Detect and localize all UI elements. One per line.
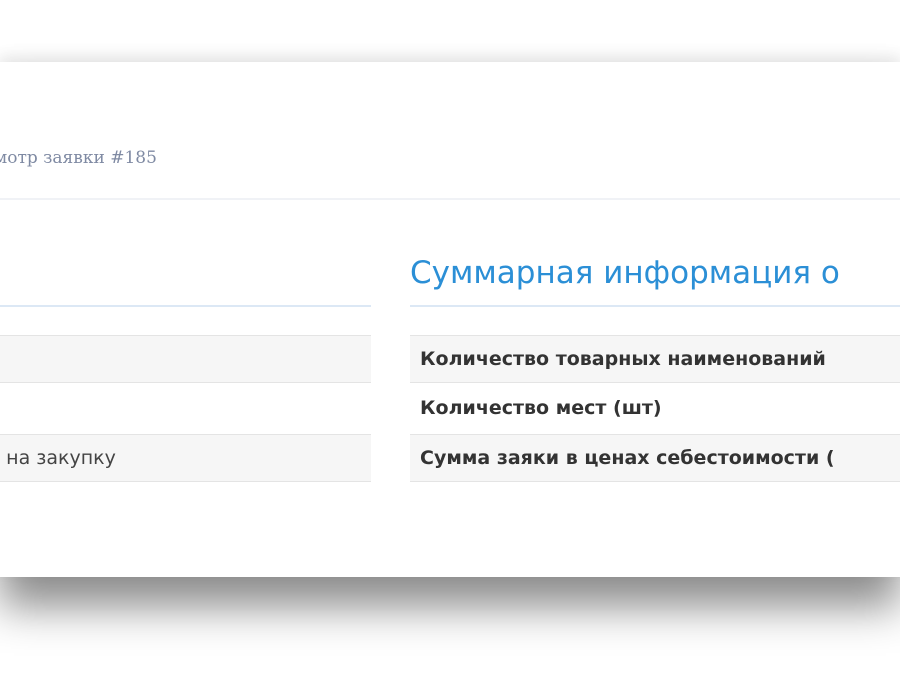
details-row-value: з на закупку bbox=[0, 447, 116, 469]
summary-row-places-count: Количество мест (шт) bbox=[410, 384, 900, 432]
details-row-2 bbox=[0, 384, 371, 432]
summary-title-underline bbox=[410, 305, 900, 307]
summary-row-label: Сумма заяки в ценах себестоимости ( bbox=[420, 447, 835, 469]
order-view-panel: мотр заявки #185 з на закупку Суммарная … bbox=[0, 62, 900, 577]
summary-section: Суммарная информация о Количество товарн… bbox=[410, 62, 900, 577]
summary-row-item-count: Количество товарных наименований bbox=[410, 335, 900, 383]
order-details-section: з на закупку bbox=[0, 62, 371, 577]
details-row-1 bbox=[0, 335, 371, 383]
screenshot-stage: мотр заявки #185 з на закупку Суммарная … bbox=[0, 0, 900, 700]
details-row-3: з на закупку bbox=[0, 434, 371, 482]
summary-row-cost-sum: Сумма заяки в ценах себестоимости ( bbox=[410, 434, 900, 482]
summary-title: Суммарная информация о bbox=[410, 255, 840, 291]
summary-row-label: Количество товарных наименований bbox=[420, 348, 826, 370]
summary-row-label: Количество мест (шт) bbox=[420, 397, 662, 419]
details-title-underline bbox=[0, 305, 371, 307]
